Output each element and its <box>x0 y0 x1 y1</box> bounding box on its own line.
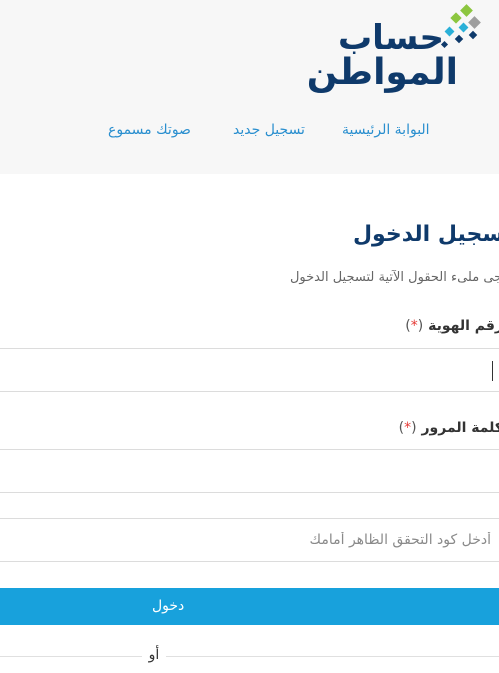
login-instructions: يرجى ملىء الحقول الآتية لتسجيل الدخول <box>289 270 499 285</box>
or-divider <box>0 656 499 657</box>
main-nav: البوابة الرئيسية تسجيل جديد صوتك مسموع <box>0 122 499 142</box>
or-label: أو <box>142 647 166 663</box>
captcha-field[interactable] <box>0 518 499 562</box>
captcha-input[interactable] <box>0 519 499 561</box>
nav-link-home-portal[interactable]: البوابة الرئيسية <box>342 122 430 138</box>
id-number-label-text: رقم الهوية <box>428 318 499 334</box>
id-number-input[interactable] <box>0 349 499 391</box>
login-button[interactable]: دخول <box>0 588 499 625</box>
login-button-label: دخول <box>152 598 185 614</box>
text-caret <box>492 361 493 381</box>
password-input[interactable] <box>0 450 499 492</box>
nav-link-your-voice[interactable]: صوتك مسموع <box>108 122 191 138</box>
login-title: تسجيل الدخول <box>352 222 499 247</box>
password-label-text: كلمة المرور <box>421 420 499 436</box>
required-marker: (*) <box>398 420 417 436</box>
id-number-label: رقم الهوية (*) <box>4 318 499 334</box>
nav-link-new-registration[interactable]: تسجيل جديد <box>233 122 305 138</box>
id-number-field[interactable] <box>0 348 499 392</box>
password-field[interactable] <box>0 449 499 493</box>
citizen-account-logo[interactable]: حساب المواطن <box>306 4 486 93</box>
required-marker: (*) <box>405 318 424 334</box>
password-label: كلمة المرور (*) <box>4 420 499 436</box>
site-header: حساب المواطن البوابة الرئيسية تسجيل جديد… <box>0 0 499 174</box>
logo-text-line2: المواطن <box>306 52 459 93</box>
